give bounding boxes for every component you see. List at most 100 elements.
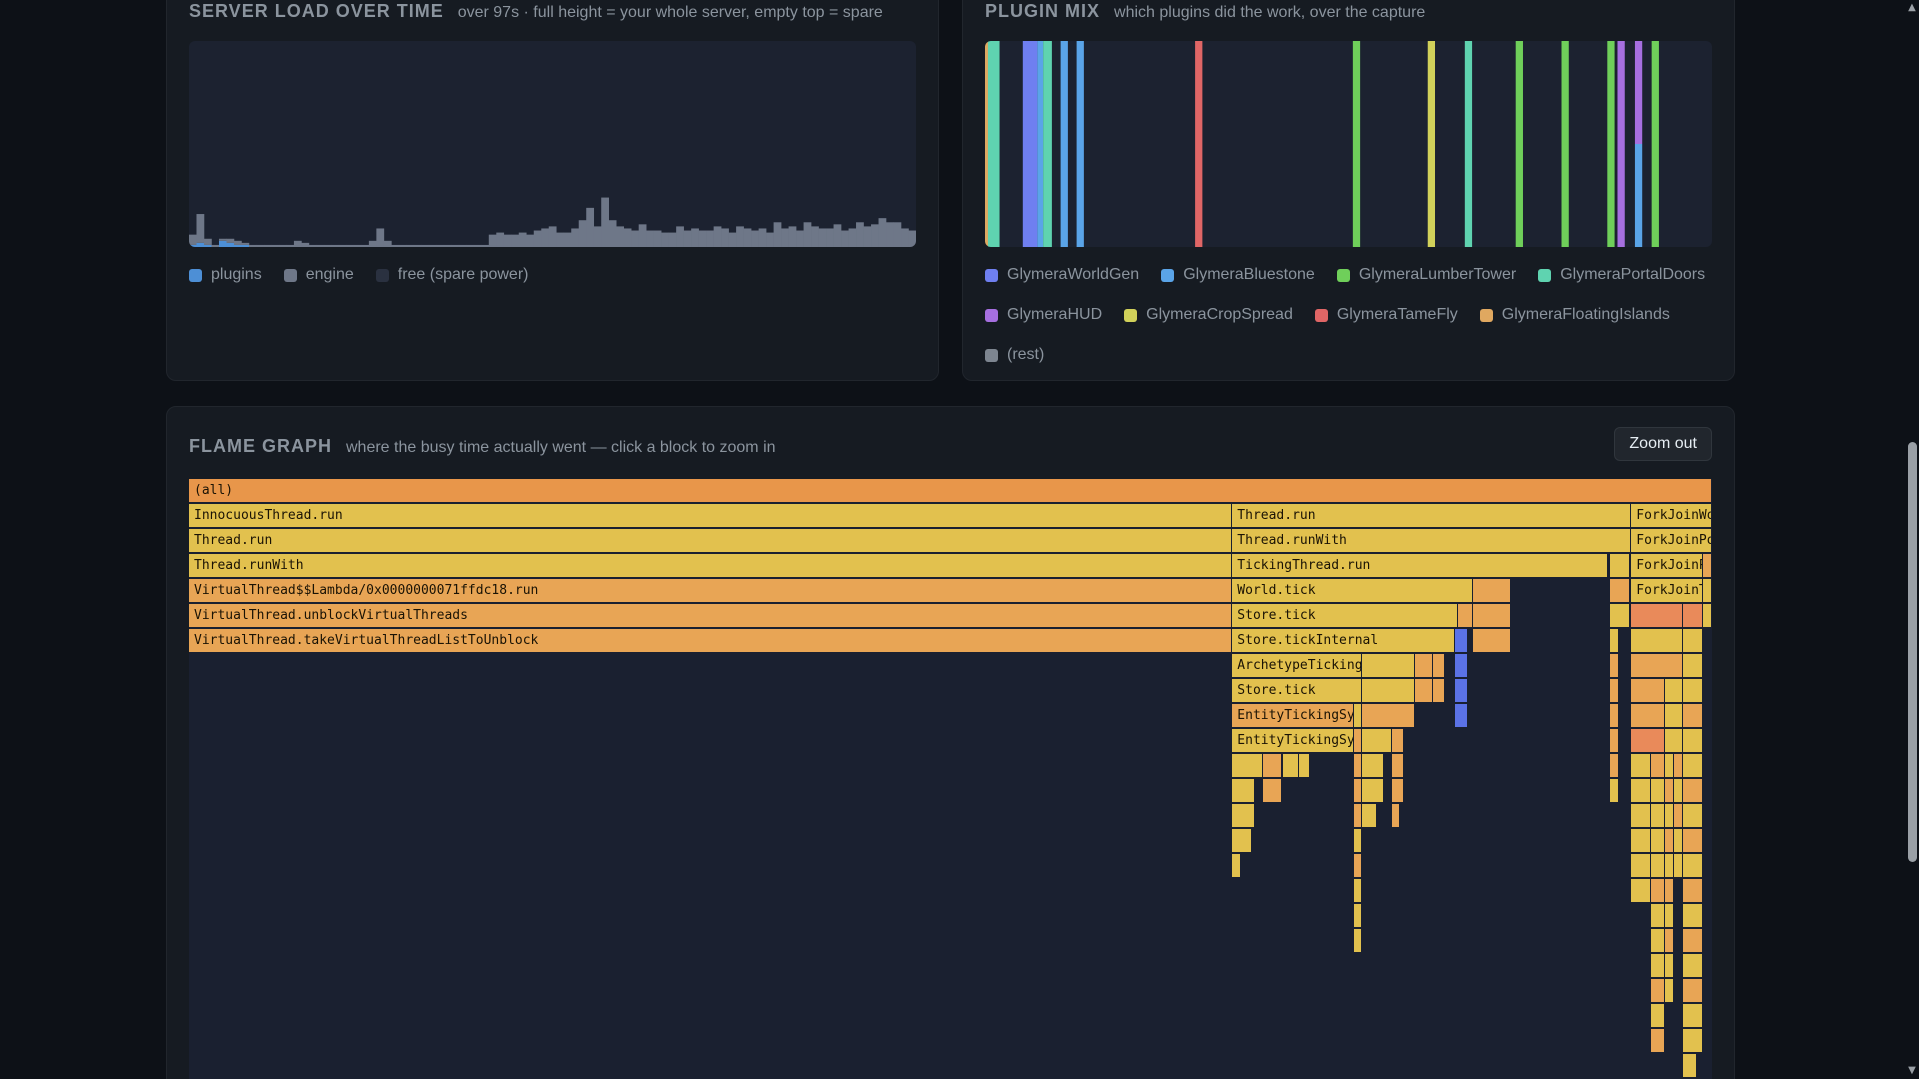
flame-frame[interactable]: ForkJoinPool.runWorker <box>1631 529 1712 553</box>
flame-frame[interactable]: Store.tick <box>1232 679 1362 703</box>
flame-frame[interactable] <box>1683 629 1703 653</box>
flame-frame[interactable]: World.tick <box>1232 579 1473 603</box>
flame-frame[interactable] <box>1702 554 1712 578</box>
flame-frame[interactable] <box>1683 929 1703 953</box>
flame-frame[interactable]: VirtualThread.unblockVirtualThreads <box>189 604 1233 628</box>
flame-frame[interactable] <box>1651 829 1665 853</box>
flame-frame[interactable] <box>1392 729 1405 753</box>
flame-frame[interactable] <box>1361 729 1393 753</box>
flame-frame[interactable] <box>1664 854 1674 878</box>
flame-frame[interactable] <box>1610 779 1620 803</box>
flame-frame[interactable] <box>1610 679 1620 703</box>
flame-frame[interactable]: TickingThread.run <box>1232 554 1609 578</box>
flame-frame[interactable] <box>1683 604 1703 628</box>
flame-frame[interactable]: VirtualThread$$Lambda/0x0000000071ffdc18… <box>189 579 1233 603</box>
flame-frame[interactable] <box>1354 829 1362 853</box>
flame-frame[interactable] <box>1673 829 1683 853</box>
flame-frame[interactable] <box>1232 779 1256 803</box>
flame-frame[interactable] <box>1631 829 1652 853</box>
flame-frame[interactable]: EntityTickingSystem.tick <box>1232 704 1355 728</box>
flame-frame[interactable] <box>1651 1029 1665 1053</box>
scroll-down-arrow-icon[interactable]: ▼ <box>1907 1066 1917 1076</box>
flame-frame[interactable] <box>1631 704 1665 728</box>
flame-frame[interactable] <box>1673 779 1683 803</box>
flame-frame[interactable] <box>1232 829 1253 853</box>
flame-frame[interactable] <box>1683 1004 1703 1028</box>
flame-frame[interactable] <box>1610 729 1620 753</box>
flame-frame[interactable] <box>1683 854 1703 878</box>
flame-frame[interactable] <box>1651 854 1665 878</box>
flame-frame[interactable] <box>1472 629 1511 653</box>
page-scrollbar[interactable]: ▲ ▼ <box>1905 0 1919 1079</box>
flame-frame[interactable] <box>1631 604 1684 628</box>
flame-frame[interactable]: Thread.run <box>1232 504 1632 528</box>
flame-frame[interactable] <box>1631 854 1652 878</box>
flame-frame[interactable] <box>1664 954 1674 978</box>
flame-frame[interactable] <box>1232 854 1242 878</box>
flame-frame[interactable] <box>1354 704 1362 728</box>
flame-frame[interactable]: Thread.runWith <box>1232 529 1632 553</box>
flame-frame[interactable]: ArchetypeTickingSystem.tick <box>1232 654 1362 678</box>
flame-frame[interactable] <box>1299 754 1310 778</box>
flame-frame[interactable] <box>1610 754 1620 778</box>
flame-frame[interactable] <box>1354 929 1362 953</box>
flame-frame[interactable] <box>1454 629 1469 653</box>
flame-frame[interactable] <box>1683 804 1703 828</box>
flame-frame[interactable] <box>1664 804 1674 828</box>
flame-frame[interactable] <box>1683 954 1703 978</box>
flame-frame[interactable] <box>1664 929 1674 953</box>
flame-frame[interactable] <box>1433 679 1446 703</box>
flame-frame[interactable] <box>1651 929 1665 953</box>
flame-frame[interactable] <box>1354 729 1362 753</box>
flame-frame[interactable] <box>1262 754 1283 778</box>
flame-frame[interactable] <box>1610 554 1630 578</box>
flame-frame[interactable] <box>1702 579 1712 603</box>
flame-frame[interactable]: ForkJoinPool.scan <box>1631 554 1703 578</box>
flame-frame[interactable] <box>1683 1029 1703 1053</box>
zoom-out-button[interactable]: Zoom out <box>1614 427 1712 461</box>
flame-frame[interactable] <box>1354 804 1362 828</box>
flame-frame[interactable] <box>1354 904 1362 928</box>
flame-frame[interactable] <box>1631 879 1652 903</box>
flame-frame[interactable] <box>1472 579 1511 603</box>
flame-frame[interactable]: EntityTickingSystem.tick <box>1232 729 1355 753</box>
flame-frame[interactable] <box>1354 779 1362 803</box>
flame-frame[interactable] <box>1361 804 1377 828</box>
flame-frame[interactable] <box>1651 904 1665 928</box>
flame-frame[interactable] <box>1664 754 1674 778</box>
flame-frame[interactable] <box>1454 679 1469 703</box>
flame-frame[interactable] <box>1262 779 1283 803</box>
flame-frame[interactable] <box>1361 654 1415 678</box>
flame-frame[interactable] <box>1392 754 1405 778</box>
flame-frame[interactable] <box>1631 804 1652 828</box>
flame-frame[interactable] <box>1392 779 1405 803</box>
flame-frame[interactable] <box>1664 979 1674 1003</box>
flame-frame[interactable] <box>1683 754 1703 778</box>
flame-frame[interactable] <box>1683 704 1703 728</box>
flame-frame[interactable]: Store.tick <box>1232 604 1458 628</box>
flame-frame[interactable] <box>1664 779 1674 803</box>
flame-frame[interactable]: Thread.runWith <box>189 554 1233 578</box>
flame-frame[interactable] <box>1664 679 1684 703</box>
flame-frame[interactable] <box>1361 779 1385 803</box>
flame-frame[interactable]: Store.tickInternal <box>1232 629 1455 653</box>
flame-frame[interactable]: Thread.run <box>189 529 1233 553</box>
flame-frame[interactable] <box>1651 804 1665 828</box>
flame-frame[interactable] <box>1651 1004 1665 1028</box>
flame-frame[interactable] <box>1631 779 1652 803</box>
flame-frame[interactable] <box>1683 654 1703 678</box>
flame-frame[interactable] <box>1683 1054 1697 1078</box>
flame-frame[interactable] <box>1651 779 1665 803</box>
flame-frame[interactable] <box>1683 729 1703 753</box>
flame-frame[interactable] <box>1683 829 1703 853</box>
flame-frame[interactable]: VirtualThread.takeVirtualThreadListToUnb… <box>189 629 1233 653</box>
flame-frame[interactable] <box>1664 904 1674 928</box>
flame-frame[interactable] <box>1610 579 1630 603</box>
flame-frame[interactable] <box>1232 754 1263 778</box>
flame-frame[interactable] <box>1664 704 1684 728</box>
flame-frame[interactable] <box>1361 679 1415 703</box>
scroll-up-arrow-icon[interactable]: ▲ <box>1907 3 1917 13</box>
flame-frame[interactable] <box>1651 954 1665 978</box>
flame-frame[interactable] <box>1631 679 1665 703</box>
flame-frame[interactable] <box>1454 654 1469 678</box>
